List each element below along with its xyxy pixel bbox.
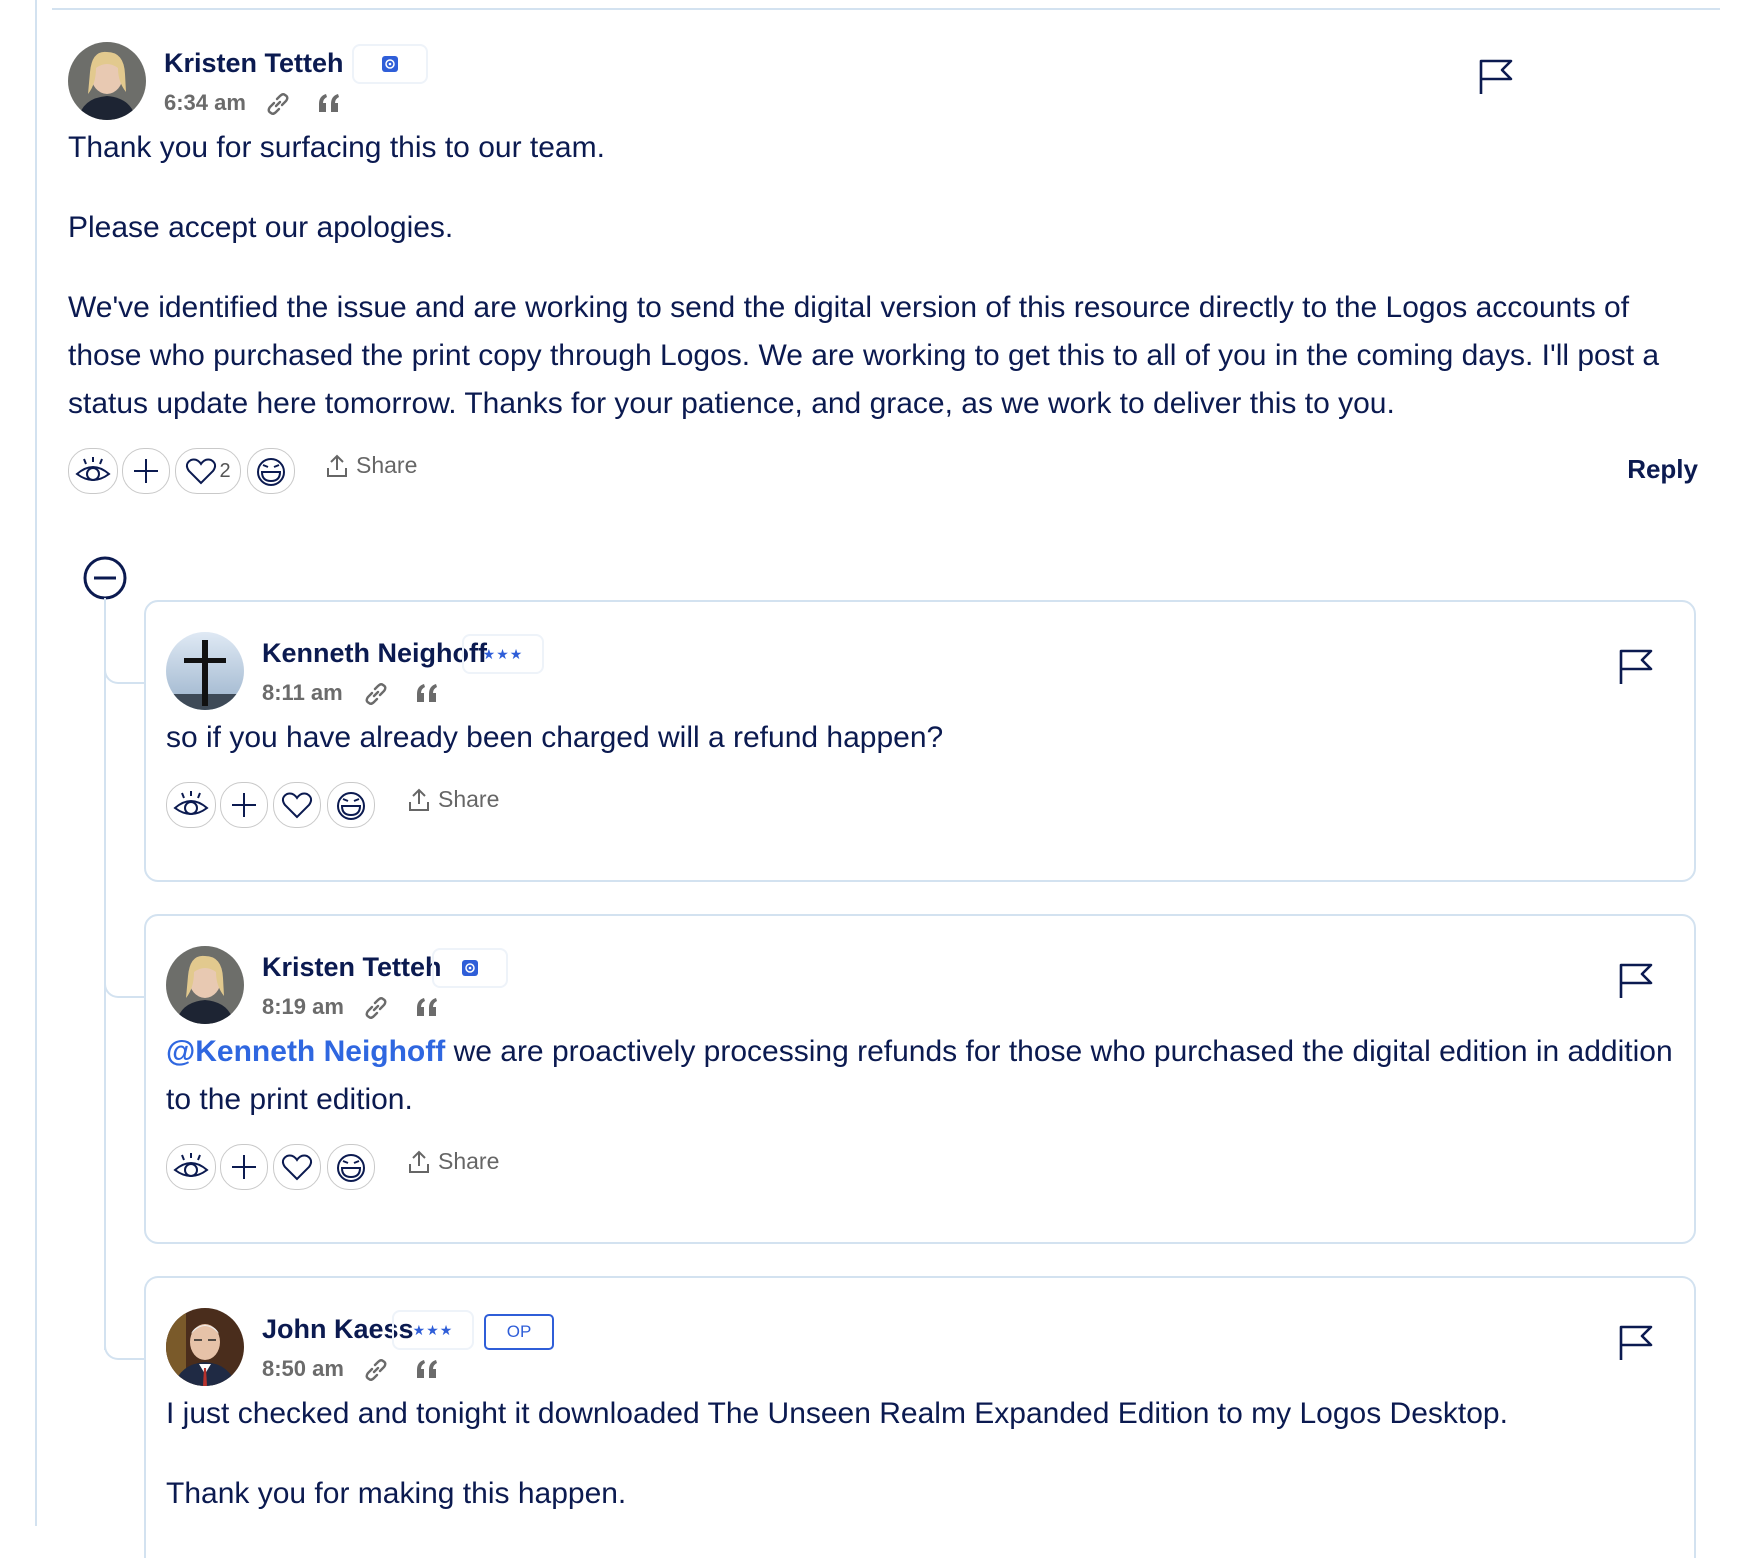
heart-count: 2: [219, 459, 231, 482]
rank-badge: ★★★: [462, 634, 544, 674]
reaction-see-button[interactable]: [68, 448, 118, 494]
timestamp[interactable]: 8:50 am: [262, 1356, 344, 1382]
reaction-bar: Share: [166, 782, 1676, 830]
flag-icon[interactable]: [1478, 58, 1514, 96]
link-icon[interactable]: [362, 994, 390, 1022]
heart-icon: [281, 792, 313, 819]
author-name[interactable]: Kenneth Neighoff: [262, 638, 487, 669]
laugh-icon: [337, 1154, 365, 1182]
reaction-heart-button[interactable]: [273, 1144, 321, 1190]
reaction-plus-button[interactable]: [122, 448, 170, 494]
comment-body: I just checked and tonight it downloaded…: [166, 1390, 1676, 1518]
comment-header: Kenneth Neighoff ★★★ 8:11 am: [166, 632, 1676, 714]
op-badge: OP: [484, 1314, 554, 1350]
flag-icon[interactable]: [1618, 1324, 1654, 1362]
rank-badge: ★★★: [392, 1310, 474, 1350]
avatar[interactable]: [166, 946, 244, 1024]
reaction-heart-button[interactable]: 2: [175, 448, 241, 494]
author-name[interactable]: Kristen Tetteh: [262, 952, 442, 983]
share-icon: [409, 788, 429, 811]
thread-line: [104, 598, 106, 1350]
avatar[interactable]: [166, 1308, 244, 1386]
avatar[interactable]: [166, 632, 244, 710]
laugh-icon: [337, 792, 365, 820]
comment-main: Kristen Tetteh 6:34 am Thank you for sur…: [68, 42, 1708, 496]
comment-paragraph: We've identified the issue and are worki…: [68, 291, 1660, 420]
share-button[interactable]: Share: [408, 1148, 499, 1175]
comment-paragraph: Thank you for making this happen.: [166, 1477, 627, 1510]
staff-badge: [352, 44, 428, 84]
comment-text: so if you have already been charged will…: [166, 721, 944, 754]
quote-icon[interactable]: [414, 996, 440, 1018]
reaction-heart-button[interactable]: [273, 782, 321, 828]
reply-card: John Kaess ★★★ OP 8:50 am I just checked…: [144, 1276, 1696, 1558]
quote-icon[interactable]: [316, 92, 342, 114]
link-icon[interactable]: [362, 680, 390, 708]
comment-body: @Kenneth Neighoff we are proactively pro…: [166, 1028, 1676, 1124]
eye-icon: [75, 457, 111, 481]
comment-paragraph: Thank you for surfacing this to our team…: [68, 131, 605, 164]
laugh-icon: [257, 458, 285, 486]
comment-header: Kristen Tetteh 8:19 am: [166, 946, 1676, 1028]
share-button[interactable]: Share: [326, 452, 417, 479]
plus-icon: [232, 1155, 256, 1179]
link-icon[interactable]: [362, 1356, 390, 1384]
author-name[interactable]: John Kaess: [262, 1314, 414, 1345]
heart-icon: [281, 1154, 313, 1181]
plus-icon: [134, 459, 158, 483]
reply-card: Kristen Tetteh 8:19 am @Kenneth Neighoff…: [144, 914, 1696, 1244]
thread-connector: [104, 1338, 146, 1360]
comment-header: Kristen Tetteh 6:34 am: [68, 42, 1708, 124]
author-name[interactable]: Kristen Tetteh: [164, 48, 344, 79]
share-label: Share: [438, 786, 500, 812]
reaction-see-button[interactable]: [166, 1144, 216, 1190]
reply-button[interactable]: Reply: [1627, 454, 1698, 485]
thread-connector: [104, 976, 146, 998]
quote-icon[interactable]: [414, 1358, 440, 1380]
staff-badge-icon: [382, 56, 398, 72]
link-icon[interactable]: [264, 90, 292, 118]
reaction-laugh-button[interactable]: [247, 448, 295, 494]
comment-paragraph: I just checked and tonight it downloaded…: [166, 1397, 1508, 1430]
reply-card: Kenneth Neighoff ★★★ 8:11 am so if you h…: [144, 600, 1696, 882]
heart-icon: [186, 458, 217, 485]
timestamp[interactable]: 8:19 am: [262, 994, 344, 1020]
collapse-thread-icon[interactable]: [82, 555, 128, 601]
comment-header: John Kaess ★★★ OP 8:50 am: [166, 1308, 1676, 1390]
eye-icon: [173, 1153, 209, 1177]
share-label: Share: [356, 452, 418, 478]
comment-body: so if you have already been charged will…: [166, 714, 1676, 762]
flag-icon[interactable]: [1618, 648, 1654, 686]
share-icon: [409, 1150, 429, 1173]
staff-badge: [432, 948, 508, 988]
user-mention-link[interactable]: @Kenneth Neighoff: [166, 1035, 445, 1068]
staff-badge-icon: [462, 960, 478, 976]
divider: [52, 8, 1720, 10]
reaction-laugh-button[interactable]: [327, 782, 375, 828]
share-button[interactable]: Share: [408, 786, 499, 813]
reaction-bar: Share: [166, 1144, 1676, 1192]
share-label: Share: [438, 1148, 500, 1174]
reaction-bar: 2 Share Reply: [68, 448, 1708, 496]
share-icon: [327, 454, 347, 477]
plus-icon: [232, 793, 256, 817]
timestamp[interactable]: 8:11 am: [262, 680, 343, 706]
avatar[interactable]: [68, 42, 146, 120]
quote-icon[interactable]: [414, 682, 440, 704]
comment-paragraph: Please accept our apologies.: [68, 211, 454, 244]
timestamp[interactable]: 6:34 am: [164, 90, 246, 116]
flag-icon[interactable]: [1618, 962, 1654, 1000]
comment-body: Thank you for surfacing this to our team…: [68, 124, 1708, 428]
reaction-plus-button[interactable]: [220, 1144, 268, 1190]
thread-connector: [104, 662, 146, 684]
eye-icon: [173, 791, 209, 815]
reaction-plus-button[interactable]: [220, 782, 268, 828]
reaction-laugh-button[interactable]: [327, 1144, 375, 1190]
reaction-see-button[interactable]: [166, 782, 216, 828]
